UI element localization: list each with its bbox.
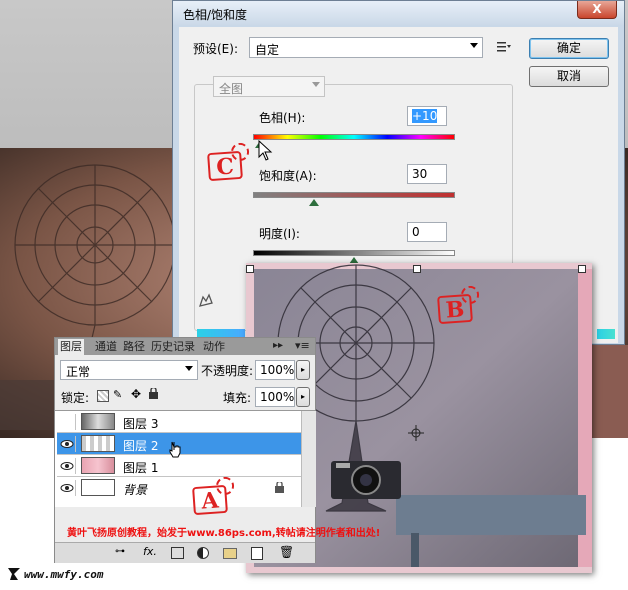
- tab-actions[interactable]: 动作: [201, 339, 227, 355]
- preset-select[interactable]: 自定: [249, 37, 483, 58]
- transform-handle[interactable]: [413, 265, 421, 273]
- layer-name: 图层 3: [123, 417, 159, 431]
- opacity-input[interactable]: 100%: [255, 360, 295, 380]
- lightness-slider-track[interactable]: [253, 250, 455, 256]
- close-button[interactable]: X: [577, 1, 617, 19]
- fill-label: 填充:: [223, 391, 252, 405]
- credit-text: 黄叶飞扬原创教程，始发于www.86ps.com,转帖请注明作者和出处!: [67, 528, 381, 539]
- lock-all-icon[interactable]: [149, 386, 158, 399]
- panel-footer: ⊶ fx. 🗑: [55, 542, 315, 563]
- layers-panel: 图层 通道 路径 历史记录 动作 ▸▸ ▾≡ 正常 不透明度: 100% ▸ 锁…: [54, 337, 380, 563]
- eye-icon[interactable]: [59, 480, 76, 496]
- annotation-stamp-b: B: [437, 293, 473, 325]
- link-icon[interactable]: ⊶: [115, 546, 125, 557]
- chevron-down-icon: [312, 82, 320, 87]
- dialog-title: 色相/饱和度: [183, 8, 248, 22]
- fill-input[interactable]: 100%: [255, 387, 295, 407]
- hue-value: +10: [412, 109, 438, 123]
- cancel-button[interactable]: 取消: [529, 66, 609, 87]
- eye-icon[interactable]: [59, 436, 76, 452]
- visibility-toggle[interactable]: [59, 414, 76, 430]
- layer-thumbnail: [81, 479, 115, 496]
- opacity-slider-button[interactable]: ▸: [296, 360, 310, 380]
- layer-list-scrollbar[interactable]: [301, 411, 316, 507]
- fill-slider-button[interactable]: ▸: [296, 387, 310, 407]
- panel-collapse-icon[interactable]: ▸▸: [273, 340, 283, 351]
- fx-icon[interactable]: fx.: [143, 545, 157, 558]
- tab-paths[interactable]: 路径: [121, 339, 147, 355]
- annotation-stamp-a: A: [192, 484, 228, 516]
- ok-button[interactable]: 确定: [529, 38, 609, 59]
- layer-row[interactable]: 图层 3: [57, 411, 301, 433]
- hue-slider-track[interactable]: [253, 134, 455, 140]
- layer-name: 图层 2: [123, 439, 159, 453]
- layer-thumbnail: [81, 457, 115, 474]
- saturation-label: 饱和度(A):: [259, 169, 317, 183]
- layer-list: 图层 3 图层 2 图层 1 背景: [55, 410, 316, 507]
- tab-layers[interactable]: 图层: [58, 339, 84, 355]
- lightness-label: 明度(I):: [259, 227, 300, 241]
- dialog-titlebar[interactable]: 色相/饱和度 X: [173, 1, 624, 25]
- transform-handle[interactable]: [578, 265, 586, 273]
- lock-transparent-icon[interactable]: [97, 390, 109, 402]
- trash-icon[interactable]: 🗑: [279, 545, 294, 559]
- layer-thumbnail: [81, 435, 115, 452]
- preset-value: 自定: [255, 43, 280, 57]
- cursor-arrow-icon: [258, 139, 274, 165]
- targeted-adjust-icon[interactable]: [197, 291, 217, 309]
- transform-handle[interactable]: [246, 265, 254, 273]
- lock-label: 锁定:: [61, 391, 90, 405]
- layer-name: 背景: [123, 483, 148, 497]
- lock-icon: [275, 480, 284, 496]
- lock-brush-icon[interactable]: ✎: [113, 388, 122, 401]
- opacity-label: 不透明度:: [201, 364, 254, 378]
- color-bar-right: [597, 329, 615, 339]
- adjustment-icon[interactable]: [197, 547, 209, 559]
- panel-menu-icon[interactable]: ▾≡: [295, 339, 310, 352]
- preset-label: 预设(E):: [193, 42, 238, 56]
- hue-input[interactable]: +10: [407, 106, 447, 126]
- new-layer-icon[interactable]: [251, 547, 263, 560]
- mask-icon[interactable]: [171, 547, 184, 559]
- lock-move-icon[interactable]: ✥: [131, 387, 141, 401]
- saturation-slider-track[interactable]: [253, 192, 455, 198]
- layer-name: 图层 1: [123, 461, 159, 475]
- saturation-slider-thumb[interactable]: [309, 199, 319, 206]
- channel-select[interactable]: 全图: [213, 76, 325, 97]
- hand-cursor-icon: [169, 440, 183, 461]
- hue-label: 色相(H):: [259, 111, 306, 125]
- chevron-down-icon: [470, 43, 478, 48]
- fill-value: 100%: [260, 390, 295, 404]
- preset-options-icon[interactable]: [497, 41, 511, 53]
- watermark-logo: [6, 566, 22, 585]
- panel-tabs: 图层 通道 路径 历史记录 动作 ▸▸ ▾≡: [55, 338, 315, 355]
- saturation-input[interactable]: 30: [407, 164, 447, 184]
- watermark-text: www.mwfy.com: [24, 568, 104, 581]
- chevron-down-icon: [185, 366, 193, 371]
- tab-history[interactable]: 历史记录: [149, 339, 197, 355]
- saturation-value: 30: [412, 167, 428, 181]
- blend-mode-value: 正常: [66, 365, 91, 379]
- lightness-value: 0: [412, 225, 420, 239]
- annotation-stamp-c: C: [207, 150, 243, 182]
- eye-icon[interactable]: [59, 458, 76, 474]
- lightness-input[interactable]: 0: [407, 222, 447, 242]
- layer-row[interactable]: 背景: [57, 477, 301, 499]
- tab-channels[interactable]: 通道: [93, 339, 119, 355]
- blend-mode-select[interactable]: 正常: [60, 360, 198, 380]
- folder-icon[interactable]: [223, 548, 237, 559]
- layer-thumbnail: [81, 413, 115, 430]
- opacity-value: 100%: [260, 363, 295, 377]
- channel-value: 全图: [219, 82, 244, 96]
